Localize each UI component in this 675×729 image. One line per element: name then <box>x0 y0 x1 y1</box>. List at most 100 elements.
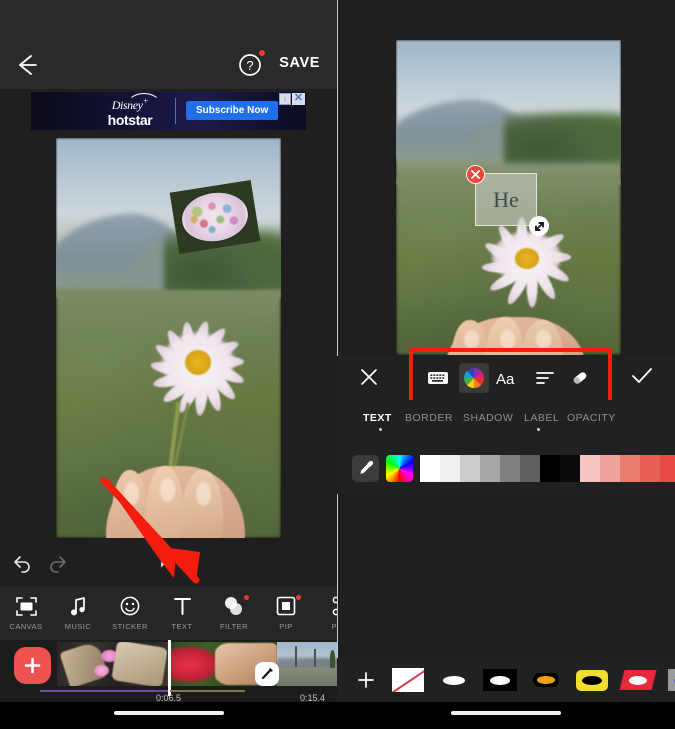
red-skew-label[interactable] <box>621 667 655 693</box>
color-swatch-row <box>420 455 675 482</box>
smiley-sticker-icon <box>120 595 140 617</box>
ad-brand-line2: hotstar <box>91 113 169 127</box>
tool-label: PRE <box>332 622 337 631</box>
black-box-label[interactable] <box>483 667 517 693</box>
eraser-icon[interactable] <box>565 363 595 393</box>
clip-strip[interactable] <box>57 642 337 686</box>
undo-arrow-icon[interactable] <box>12 553 34 575</box>
color-swatch[interactable] <box>500 455 520 482</box>
color-swatch[interactable] <box>640 455 660 482</box>
ad-subscribe-button[interactable]: Subscribe Now <box>186 101 278 120</box>
ad-close-icon[interactable]: ✕ <box>292 93 305 105</box>
orange-pill-label[interactable] <box>529 667 563 693</box>
text-t-icon <box>173 595 192 617</box>
redo-arrow-icon[interactable] <box>46 553 68 575</box>
magic-wand-icon[interactable] <box>255 662 279 686</box>
ad-info-icon[interactable]: i <box>279 93 291 105</box>
tool-sticker[interactable]: STICKER <box>104 586 156 640</box>
preview-daisy-flower <box>146 314 250 410</box>
editor-toolbar: CANVAS MUSIC STICKER TEXT <box>0 586 337 640</box>
align-icon[interactable] <box>530 363 560 393</box>
color-swatch[interactable] <box>480 455 500 482</box>
add-clip-button[interactable] <box>14 647 51 684</box>
text-edit-bar: Aa <box>337 356 675 400</box>
yellow-box-label[interactable] <box>575 667 609 693</box>
home-indicator[interactable] <box>114 711 224 715</box>
tab-text[interactable]: TEXT <box>363 412 392 424</box>
color-swatch[interactable] <box>660 455 675 482</box>
back-arrow-icon[interactable] <box>14 52 40 78</box>
decorative-plate-sticker[interactable] <box>170 180 261 254</box>
home-indicator[interactable] <box>451 711 561 715</box>
color-swatch[interactable] <box>580 455 600 482</box>
gradient-box-label[interactable] <box>667 667 675 693</box>
question-mark-icon[interactable]: ? <box>238 53 262 77</box>
tool-pip[interactable]: PIP <box>260 586 312 640</box>
timeline-clip[interactable] <box>277 642 337 686</box>
svg-text:?: ? <box>246 58 253 73</box>
color-wheel-icon[interactable] <box>459 363 489 393</box>
timeline-clip[interactable] <box>57 642 167 686</box>
tool-label: FILTER <box>220 622 248 631</box>
eyedropper-icon[interactable] <box>352 455 379 482</box>
scissors-icon <box>331 595 337 617</box>
save-button[interactable]: SAVE <box>279 55 320 71</box>
plain-pill-label[interactable] <box>437 667 471 693</box>
filter-badge-dot <box>244 595 249 600</box>
tool-text[interactable]: TEXT <box>156 586 208 640</box>
text-overlay-box[interactable]: He <box>475 173 537 226</box>
system-nav-area <box>0 702 337 729</box>
checkmark-icon[interactable] <box>631 367 653 387</box>
left-header: ? SAVE <box>0 0 337 89</box>
close-x-icon[interactable] <box>359 367 379 387</box>
preview-daisy-flower <box>477 216 576 298</box>
color-swatch[interactable] <box>520 455 540 482</box>
preview-fingernail <box>464 330 480 349</box>
timeline-playhead[interactable] <box>168 640 171 696</box>
ad-brand-line1: Disney <box>112 98 143 112</box>
color-swatch[interactable] <box>420 455 440 482</box>
ad-divider <box>175 98 176 124</box>
preview-fingernail <box>160 478 176 502</box>
text-tool-group: Aa <box>419 358 599 398</box>
tab-shadow[interactable]: SHADOW <box>463 412 513 424</box>
add-label-shape-button[interactable] <box>353 671 379 689</box>
ad-banner[interactable]: Disney+ hotstar Subscribe Now i ✕ <box>31 92 306 130</box>
tool-canvas[interactable]: CANVAS <box>0 586 52 640</box>
no-label-shape[interactable] <box>391 667 425 693</box>
audio-track-purple[interactable] <box>40 690 168 692</box>
label-shape-row <box>337 658 675 702</box>
timeline: 0:06.5 0:15.4 <box>0 640 337 702</box>
close-x-icon[interactable] <box>466 165 485 184</box>
keyboard-icon[interactable] <box>423 363 453 393</box>
tool-filter[interactable]: FILTER <box>208 586 260 640</box>
color-swatch[interactable] <box>620 455 640 482</box>
preview-fingernail <box>196 482 212 506</box>
preview-fingernail <box>500 330 516 349</box>
color-swatch[interactable] <box>460 455 480 482</box>
tool-label: CANVAS <box>10 622 43 631</box>
font-aa-icon[interactable]: Aa <box>494 363 524 393</box>
tab-text-dot <box>379 428 382 431</box>
color-swatch[interactable] <box>540 455 560 482</box>
tool-label: MUSIC <box>65 622 91 631</box>
color-swatch[interactable] <box>440 455 460 482</box>
mouse-cursor-icon <box>160 552 174 572</box>
resize-diagonal-icon[interactable] <box>529 216 549 236</box>
rainbow-gradient-swatch[interactable] <box>386 455 413 482</box>
text-property-tabs: TEXT BORDER SHADOW LABEL OPACITY <box>337 400 675 442</box>
color-swatch[interactable] <box>600 455 620 482</box>
screenshot-root: ? SAVE Disney+ hotstar Subscribe Now i ✕ <box>0 0 675 729</box>
tab-label[interactable]: LABEL <box>524 412 559 424</box>
left-panel: ? SAVE Disney+ hotstar Subscribe Now i ✕ <box>0 0 337 729</box>
system-nav-area <box>337 702 675 729</box>
tab-opacity[interactable]: OPACITY <box>567 412 616 424</box>
tool-music[interactable]: MUSIC <box>52 586 104 640</box>
audio-track-olive[interactable] <box>170 690 245 692</box>
tab-border[interactable]: BORDER <box>405 412 453 424</box>
filter-circles-icon <box>223 595 245 617</box>
color-swatch[interactable] <box>560 455 580 482</box>
history-controls <box>12 553 82 579</box>
tool-label: PIP <box>279 622 292 631</box>
tool-preset[interactable]: PRE <box>314 586 337 640</box>
